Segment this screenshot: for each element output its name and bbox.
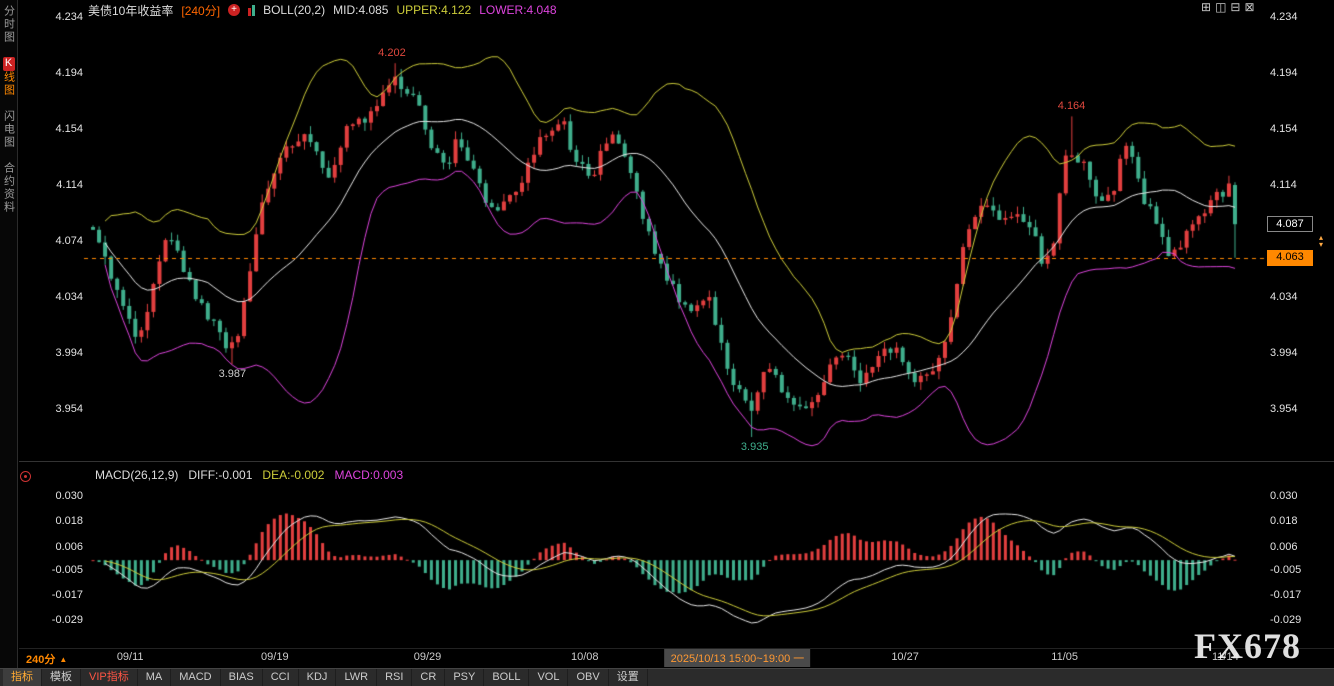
toolbar-obv[interactable]: OBV — [568, 669, 608, 686]
layout-horizontal-split-icon[interactable]: ⊟ — [1230, 1, 1240, 14]
toolbar-cr[interactable]: CR — [412, 669, 445, 686]
toolbar-macd[interactable]: MACD — [171, 669, 220, 686]
boll-params-label: BOLL(20,2) — [263, 3, 325, 17]
macd-header: MACD(26,12,9) DIFF:-0.001 DEA:-0.002 MAC… — [95, 468, 403, 482]
toolbar-vol[interactable]: VOL — [529, 669, 568, 686]
symbol-title: 美债10年收益率 — [88, 2, 173, 19]
sidebar-tab-flash-chart[interactable]: 闪电图 — [1, 110, 17, 149]
toolbar-psy[interactable]: PSY — [445, 669, 484, 686]
macd-dea-value: DEA:-0.002 — [262, 468, 324, 482]
indicator-settings-icon[interactable] — [20, 471, 31, 482]
reference-price-badge: 4.063 — [1267, 250, 1313, 266]
toolbar-boll[interactable]: BOLL — [484, 669, 529, 686]
toolbar-ma[interactable]: MA — [138, 669, 172, 686]
sidebar-tab-kline-chart[interactable]: K线图 — [1, 57, 17, 97]
period-selector[interactable]: 240分 ▲ — [26, 651, 67, 667]
toolbar-cci[interactable]: CCI — [263, 669, 299, 686]
toolbar-templates[interactable]: 模板 — [42, 669, 81, 686]
macd-bar-value: MACD:0.003 — [334, 468, 403, 482]
add-overlay-icon[interactable]: + — [228, 4, 240, 16]
toolbar-bias[interactable]: BIAS — [221, 669, 263, 686]
toolbar-settings[interactable]: 设置 — [609, 669, 648, 686]
last-price-badge: 4.087 — [1267, 216, 1313, 232]
toolbar-vip-indicators[interactable]: VIP指标 — [81, 669, 138, 686]
trading-app: 分时图 K线图闪电图合约资料 美债10年收益率 [240分] + BOLL(20,… — [0, 0, 1334, 686]
k-line-badge: K — [3, 57, 15, 71]
pane-divider — [19, 461, 1334, 462]
layout-grid-icon[interactable]: ⊞ — [1201, 1, 1211, 14]
sidebar-tab-time-chart[interactable]: 分时图 — [1, 5, 17, 44]
candlestick-macd-chart-canvas[interactable] — [0, 0, 1334, 686]
watermark: FX678 — [1194, 625, 1301, 667]
toolbar-kdj[interactable]: KDJ — [299, 669, 337, 686]
sidebar-tab-contract-info[interactable]: 合约资料 — [1, 162, 17, 214]
price-scale-arrows[interactable]: ▴▾ — [1316, 234, 1326, 248]
period-selector-label: 240分 — [26, 651, 55, 667]
toolbar-rsi[interactable]: RSI — [377, 669, 412, 686]
chevron-up-icon: ▲ — [59, 655, 67, 664]
macd-params-label: MACD(26,12,9) — [95, 468, 178, 482]
boll-mid-value: MID:4.085 — [333, 3, 388, 17]
boll-upper-value: UPPER:4.122 — [396, 3, 471, 17]
boll-lower-value: LOWER:4.048 — [479, 3, 556, 17]
left-sidebar: 分时图 K线图闪电图合约资料 — [0, 0, 18, 668]
sidebar-tab-label: 线图 — [3, 71, 15, 97]
macd-diff-value: DIFF:-0.001 — [188, 468, 252, 482]
period-label[interactable]: [240分] — [181, 2, 220, 19]
kline-style-icon[interactable] — [248, 5, 255, 16]
window-layout-icons: ⊞ ◫ ⊟ ⊠ — [1201, 1, 1255, 14]
layout-vertical-split-icon[interactable]: ◫ — [1215, 1, 1226, 14]
bottom-toolbar: 指标模板VIP指标MAMACDBIASCCIKDJLWRRSICRPSYBOLL… — [0, 668, 1334, 686]
time-axis-divider — [19, 648, 1334, 649]
toolbar-lwr[interactable]: LWR — [336, 669, 377, 686]
chart-header: 美债10年收益率 [240分] + BOLL(20,2) MID:4.085 U… — [88, 2, 557, 18]
toolbar-indicators[interactable]: 指标 — [3, 669, 42, 686]
layout-close-icon[interactable]: ⊠ — [1244, 1, 1254, 14]
